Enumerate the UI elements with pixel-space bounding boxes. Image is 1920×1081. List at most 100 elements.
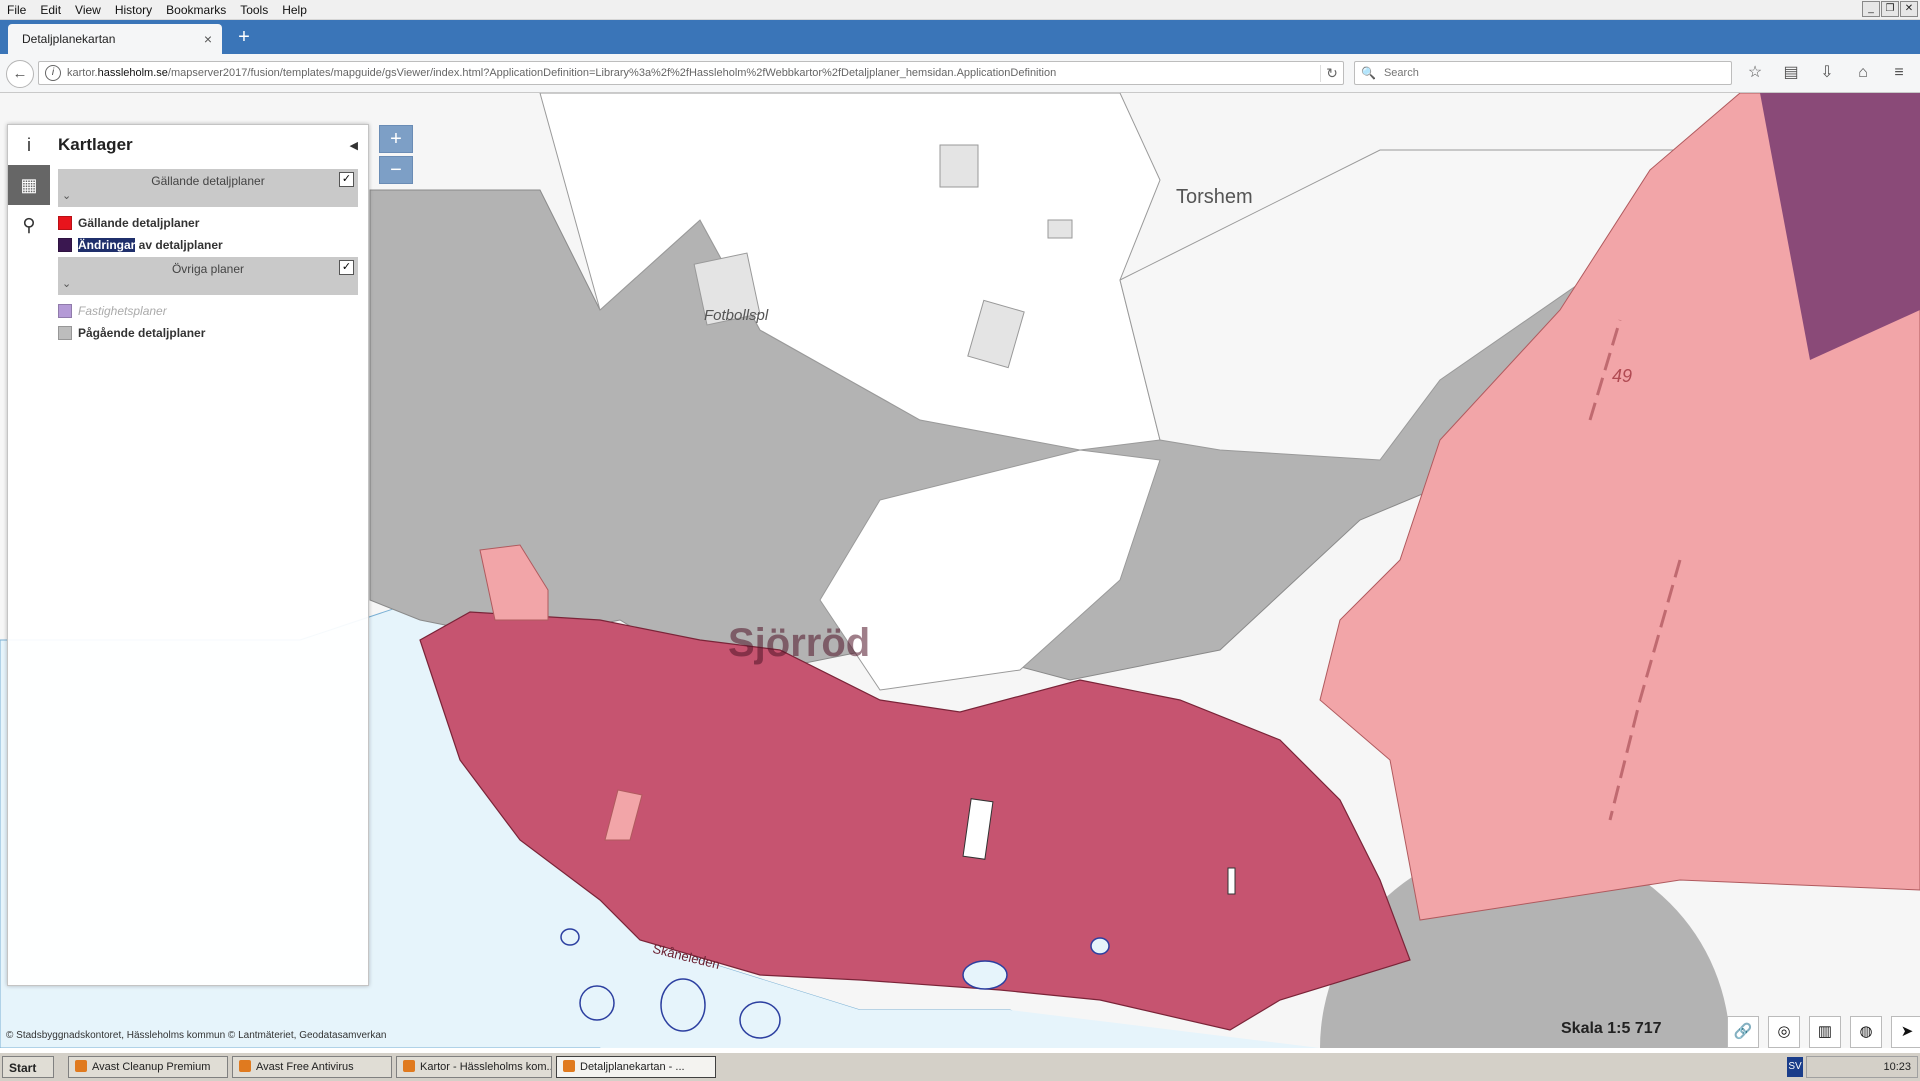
scale-readout: Skala 1:5 717: [1561, 1020, 1662, 1037]
task-label: Avast Free Antivirus: [256, 1061, 354, 1073]
map-attribution: © Stadsbyggnadskontoret, Hässleholms kom…: [6, 1030, 387, 1041]
site-info-icon[interactable]: i: [45, 65, 61, 81]
task-avast-cleanup[interactable]: Avast Cleanup Premium: [68, 1056, 228, 1078]
task-label: Kartor - Hässleholms kom...: [420, 1061, 552, 1073]
white-parcel-small: [1227, 867, 1236, 895]
link-icon[interactable]: 🔗: [1727, 1016, 1759, 1048]
search-input[interactable]: [1381, 66, 1706, 80]
reading-list-icon[interactable]: ▤: [1780, 62, 1802, 84]
layer-group-gallande[interactable]: Gällande detaljplaner ✓ ⌄: [58, 169, 358, 207]
navigation-bar: ← i kartor.hassleholm.se/mapserver2017/f…: [0, 54, 1920, 93]
info-rail-icon[interactable]: i: [8, 125, 50, 165]
group-checkbox[interactable]: ✓: [339, 172, 354, 187]
pond-3: [962, 960, 1008, 990]
url-text: kartor.hassleholm.se/mapserver2017/fusio…: [67, 67, 1320, 79]
pond-2: [739, 1001, 781, 1039]
browser-toolbar: ☆ ▤ ⇩ ⌂ ≡: [1744, 62, 1910, 84]
search-icon: 🔍: [1361, 66, 1376, 80]
layer-label-rest: av detaljplaner: [135, 238, 223, 252]
group-checkbox[interactable]: ✓: [339, 260, 354, 275]
panel-rail: i ▦ ⚲: [8, 125, 50, 985]
place-label-sjorrod: Sjörröd: [728, 621, 871, 665]
menu-bookmarks[interactable]: Bookmarks: [159, 3, 233, 17]
legend-swatch-red: [58, 216, 72, 230]
chevron-down-icon[interactable]: ⌄: [62, 277, 71, 290]
target-icon[interactable]: ◎: [1768, 1016, 1800, 1048]
group-label: Gällande detaljplaner: [151, 174, 265, 188]
menu-bar: File Edit View History Bookmarks Tools H…: [0, 0, 1920, 20]
tab-title: Detaljplanekartan: [22, 32, 116, 46]
firefox-icon: [563, 1060, 575, 1072]
pond-6: [1090, 937, 1110, 955]
task-label: Avast Cleanup Premium: [92, 1061, 211, 1073]
task-detaljplanekartan[interactable]: Detaljplanekartan - ...: [556, 1056, 716, 1078]
pond-1: [660, 978, 706, 1032]
layer-label: Ändringar av detaljplaner: [78, 238, 223, 252]
road-label-49: 49: [1612, 366, 1633, 386]
home-icon[interactable]: ⌂: [1852, 62, 1874, 84]
url-host: hassleholm.se: [97, 67, 168, 79]
layers-panel: i ▦ ⚲ Kartlager ◀ Gällande detaljplaner …: [7, 124, 369, 986]
place-label-torshem: Torshem: [1176, 186, 1253, 208]
task-kartor[interactable]: Kartor - Hässleholms kom...: [396, 1056, 552, 1078]
panel-title: Kartlager: [58, 135, 133, 154]
layer-label: Gällande detaljplaner: [78, 216, 200, 230]
bookmark-star-icon[interactable]: ☆: [1744, 62, 1766, 84]
close-tab-icon[interactable]: ×: [204, 31, 212, 47]
restore-icon[interactable]: ❐: [1881, 1, 1899, 17]
building-block: [1047, 219, 1073, 239]
download-icon[interactable]: ⇩: [1816, 62, 1838, 84]
back-button[interactable]: ←: [6, 60, 34, 88]
chevron-down-icon[interactable]: ⌄: [62, 189, 71, 202]
selected-text: Ändringar: [78, 238, 136, 252]
url-path: /mapserver2017/fusion/templates/mapguide…: [167, 67, 1057, 79]
layer-gallande-detaljplaner[interactable]: Gällande detaljplaner: [58, 213, 199, 233]
place-label-fotboll: Fotbollspl: [704, 307, 769, 324]
zoom-out-button[interactable]: −: [379, 156, 413, 184]
menu-help[interactable]: Help: [275, 3, 314, 17]
layer-fastighetsplaner[interactable]: Fastighetsplaner: [58, 301, 167, 321]
reload-icon[interactable]: ↻: [1320, 64, 1343, 82]
layer-andringar[interactable]: Ändringar av detaljplaner: [58, 235, 223, 255]
task-label: Detaljplanekartan - ...: [580, 1061, 685, 1073]
task-avast-antivirus[interactable]: Avast Free Antivirus: [232, 1056, 392, 1078]
basemap-icon[interactable]: ▥: [1809, 1016, 1841, 1048]
system-tray: SV 10:23: [1787, 1056, 1918, 1078]
close-window-icon[interactable]: ✕: [1900, 1, 1918, 17]
search-rail-icon[interactable]: ⚲: [8, 205, 50, 245]
legend-swatch-purple: [58, 238, 72, 252]
zoom-in-button[interactable]: +: [379, 125, 413, 153]
avast-icon: [75, 1060, 87, 1072]
minimize-icon[interactable]: _: [1862, 1, 1880, 17]
layer-group-ovriga[interactable]: Övriga planer ✓ ⌄: [58, 257, 358, 295]
firefox-icon: [403, 1060, 415, 1072]
map-tools: 🔗 ◎ ▥ ◍ ➤: [1727, 1016, 1920, 1048]
taskbar: Start Avast Cleanup Premium Avast Free A…: [0, 1052, 1920, 1081]
legend-swatch-grey: [58, 326, 72, 340]
menu-history[interactable]: History: [108, 3, 159, 17]
building-block: [939, 144, 979, 188]
menu-edit[interactable]: Edit: [33, 3, 68, 17]
layer-label: Pågående detaljplaner: [78, 326, 206, 340]
clock: 10:23: [1883, 1061, 1911, 1073]
locate-arrow-icon[interactable]: ➤: [1891, 1016, 1920, 1048]
group-label: Övriga planer: [171, 262, 245, 276]
menu-view[interactable]: View: [68, 3, 108, 17]
tab-detaljplanekartan[interactable]: Detaljplanekartan ×: [8, 24, 222, 54]
hamburger-menu-icon[interactable]: ≡: [1888, 62, 1910, 84]
menu-file[interactable]: File: [0, 3, 33, 17]
pond-4: [579, 985, 615, 1021]
collapse-panel-icon[interactable]: ◀: [350, 139, 358, 152]
layer-pagaende[interactable]: Pågående detaljplaner: [58, 323, 205, 343]
tab-strip: Detaljplanekartan × +: [0, 20, 1920, 54]
window-controls: _ ❐ ✕: [1862, 1, 1918, 17]
map-layers-icon[interactable]: ▦: [8, 165, 50, 205]
language-indicator[interactable]: SV: [1787, 1057, 1803, 1077]
address-bar[interactable]: i kartor.hassleholm.se/mapserver2017/fus…: [38, 61, 1344, 85]
start-button[interactable]: Start: [2, 1056, 54, 1078]
globe-icon[interactable]: ◍: [1850, 1016, 1882, 1048]
avast-icon: [239, 1060, 251, 1072]
menu-tools[interactable]: Tools: [233, 3, 275, 17]
new-tab-button[interactable]: +: [234, 27, 254, 47]
search-bar[interactable]: 🔍: [1354, 61, 1732, 85]
